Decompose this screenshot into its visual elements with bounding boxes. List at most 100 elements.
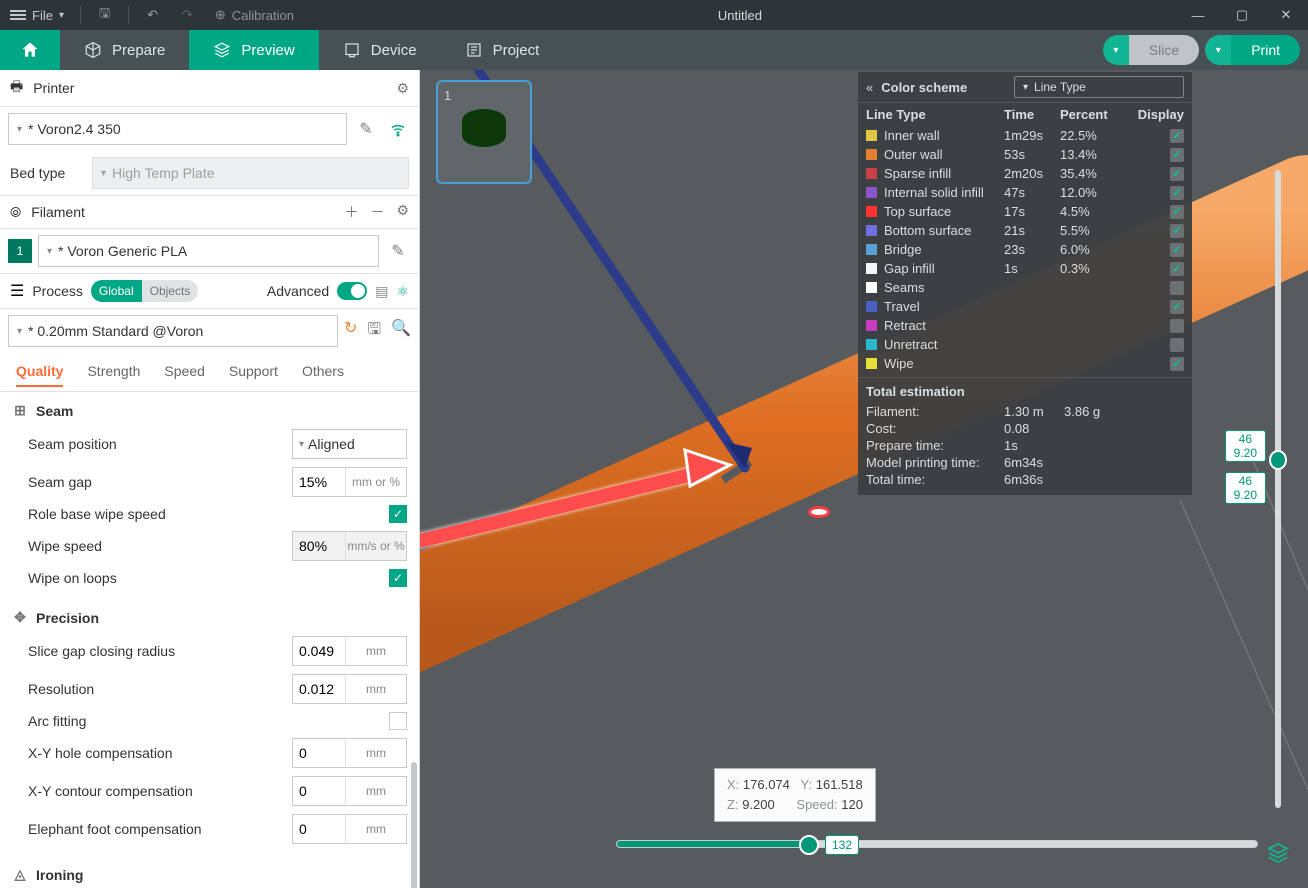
est-filament-len: 1.30 m: [1004, 404, 1064, 419]
line-type-row[interactable]: Seams: [858, 278, 1192, 297]
slice-button[interactable]: ▾ Slice: [1103, 35, 1199, 65]
undo-icon[interactable]: ↶: [135, 7, 170, 23]
edit-preset-icon[interactable]: ✎: [353, 116, 379, 142]
save-icon[interactable]: 🖫: [87, 4, 122, 26]
line-type-visibility-checkbox[interactable]: [1170, 205, 1184, 219]
save-preset-icon[interactable]: 🖫: [367, 318, 381, 345]
remove-filament-button[interactable]: －: [370, 202, 384, 222]
chevron-down-icon: ▾: [1205, 35, 1231, 65]
line-type-visibility-checkbox[interactable]: [1170, 224, 1184, 238]
reset-icon[interactable]: ↻: [344, 318, 357, 345]
tab-device[interactable]: Device: [319, 30, 441, 70]
tab-prepare[interactable]: Prepare: [60, 30, 189, 70]
line-type-percent: 4.5%: [1060, 204, 1128, 219]
wifi-icon[interactable]: [385, 116, 411, 142]
file-menu[interactable]: File ▾: [0, 8, 74, 23]
seam-gap-input[interactable]: mm or %: [292, 467, 407, 497]
bed-type-dropdown[interactable]: ▾ High Temp Plate: [92, 157, 409, 189]
filament-color-swatch[interactable]: 1: [8, 239, 32, 263]
line-type-visibility-checkbox[interactable]: [1170, 243, 1184, 257]
home-button[interactable]: [0, 30, 60, 70]
speed-tab[interactable]: Speed: [164, 357, 204, 387]
line-type-visibility-checkbox[interactable]: [1170, 357, 1184, 371]
advanced-switch[interactable]: [337, 282, 367, 300]
preview-viewport[interactable]: 1 « Color scheme ▾ Line Type Line Type T…: [420, 70, 1308, 888]
tab-project[interactable]: Project: [441, 30, 564, 70]
collapse-icon[interactable]: «: [866, 80, 873, 95]
global-objects-toggle[interactable]: Global Objects: [91, 280, 198, 302]
calibration-menu[interactable]: ⊕ Calibration: [205, 7, 304, 23]
slice-gap-input[interactable]: mm: [292, 636, 407, 666]
line-type-visibility-checkbox[interactable]: [1170, 338, 1184, 352]
move-slider-track: 132: [616, 840, 1258, 848]
line-type-row[interactable]: Internal solid infill47s12.0%: [858, 183, 1192, 202]
layers-toggle-icon[interactable]: [1266, 841, 1290, 870]
process-preset-dropdown[interactable]: ▾ * 0.20mm Standard @Voron: [8, 315, 338, 347]
line-type-row[interactable]: Bottom surface21s5.5%: [858, 221, 1192, 240]
move-slider-thumb[interactable]: [799, 835, 819, 855]
quality-tab[interactable]: Quality: [16, 357, 63, 387]
wipe-speed-field[interactable]: [293, 538, 345, 554]
line-type-row[interactable]: Unretract: [858, 335, 1192, 354]
line-type-visibility-checkbox[interactable]: [1170, 262, 1184, 276]
redo-icon[interactable]: ↷: [170, 7, 205, 23]
close-button[interactable]: ✕: [1264, 7, 1308, 23]
support-tab[interactable]: Support: [229, 357, 278, 387]
line-type-row[interactable]: Gap infill1s0.3%: [858, 259, 1192, 278]
printer-preset-dropdown[interactable]: ▾ * Voron2.4 350: [8, 113, 347, 145]
line-type-visibility-checkbox[interactable]: [1170, 148, 1184, 162]
xy-contour-input[interactable]: mm: [292, 776, 407, 806]
color-scheme-dropdown[interactable]: ▾ Line Type: [1014, 76, 1184, 98]
slice-gap-field[interactable]: [293, 643, 345, 659]
strength-tab[interactable]: Strength: [87, 357, 140, 387]
layer-slider-thumb[interactable]: [1269, 450, 1287, 470]
layer-slider[interactable]: 469.20 469.20: [1272, 170, 1284, 808]
edit-filament-icon[interactable]: ✎: [385, 238, 411, 264]
resolution-field[interactable]: [293, 681, 345, 697]
settings-icon[interactable]: ⚛: [396, 283, 409, 300]
elephant-field[interactable]: [293, 821, 345, 837]
list-icon[interactable]: ▤: [375, 283, 388, 300]
line-type-row[interactable]: Wipe: [858, 354, 1192, 373]
move-slider[interactable]: 132: [616, 840, 1258, 848]
ironing-group-icon: ◬: [12, 866, 28, 883]
line-type-row[interactable]: Bridge23s6.0%: [858, 240, 1192, 259]
line-type-visibility-checkbox[interactable]: [1170, 281, 1184, 295]
gear-icon[interactable]: ⚙: [396, 202, 409, 222]
wipe-loops-checkbox[interactable]: ✓: [389, 569, 407, 587]
cs-hdr-time: Time: [1004, 107, 1060, 122]
minimize-button[interactable]: —: [1176, 8, 1220, 23]
line-type-row[interactable]: Travel: [858, 297, 1192, 316]
seam-position-dropdown[interactable]: ▾ Aligned: [292, 429, 407, 459]
elephant-input[interactable]: mm: [292, 814, 407, 844]
arc-fitting-checkbox[interactable]: [389, 712, 407, 730]
wipe-speed-input[interactable]: mm/s or %: [292, 531, 407, 561]
line-type-visibility-checkbox[interactable]: [1170, 319, 1184, 333]
seam-gap-field[interactable]: [293, 474, 345, 490]
resolution-input[interactable]: mm: [292, 674, 407, 704]
search-icon[interactable]: 🔍: [391, 318, 411, 345]
line-type-row[interactable]: Sparse infill2m20s35.4%: [858, 164, 1192, 183]
print-button[interactable]: ▾ Print: [1205, 35, 1300, 65]
color-scheme-panel: « Color scheme ▾ Line Type Line Type Tim…: [858, 72, 1192, 495]
add-filament-button[interactable]: ＋: [344, 202, 358, 222]
line-type-row[interactable]: Outer wall53s13.4%: [858, 145, 1192, 164]
line-type-visibility-checkbox[interactable]: [1170, 129, 1184, 143]
line-type-row[interactable]: Retract: [858, 316, 1192, 335]
maximize-button[interactable]: ▢: [1220, 7, 1264, 23]
line-type-visibility-checkbox[interactable]: [1170, 167, 1184, 181]
line-type-visibility-checkbox[interactable]: [1170, 300, 1184, 314]
left-panel-scrollbar[interactable]: [411, 762, 417, 888]
gear-icon[interactable]: ⚙: [396, 80, 409, 97]
xy-hole-field[interactable]: [293, 745, 345, 761]
tab-preview[interactable]: Preview: [189, 30, 318, 70]
role-wipe-checkbox[interactable]: ✓: [389, 505, 407, 523]
xy-hole-input[interactable]: mm: [292, 738, 407, 768]
plate-thumbnail[interactable]: 1: [436, 80, 532, 184]
others-tab[interactable]: Others: [302, 357, 344, 387]
xy-contour-field[interactable]: [293, 783, 345, 799]
line-type-row[interactable]: Top surface17s4.5%: [858, 202, 1192, 221]
filament-preset-dropdown[interactable]: ▾ * Voron Generic PLA: [38, 235, 379, 267]
line-type-row[interactable]: Inner wall1m29s22.5%: [858, 126, 1192, 145]
line-type-visibility-checkbox[interactable]: [1170, 186, 1184, 200]
